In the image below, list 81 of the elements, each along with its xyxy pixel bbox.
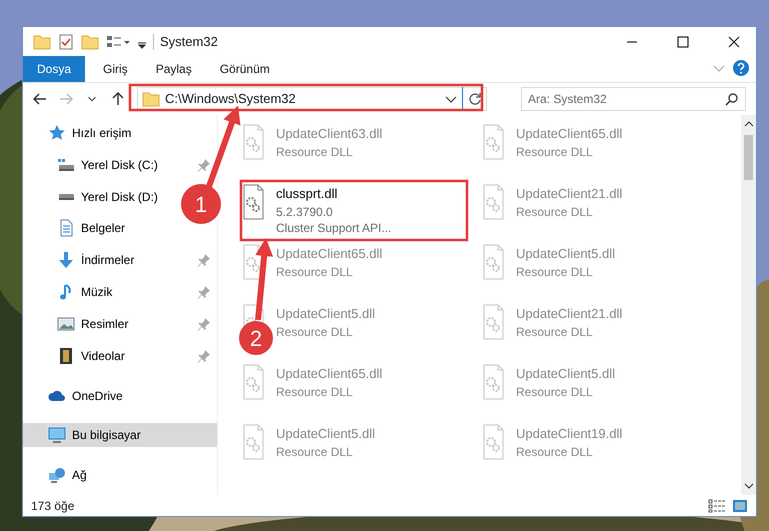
- image-icon: [57, 314, 75, 333]
- step-number: 1: [181, 184, 221, 224]
- file-detail: Resource DLL: [516, 144, 594, 160]
- nav-item[interactable]: OneDrive: [23, 384, 217, 408]
- large-icons-view-icon[interactable]: [732, 498, 748, 512]
- file-name: UpdateClient19.dll: [516, 425, 622, 443]
- nav-item[interactable]: Müzik: [23, 280, 217, 304]
- file-detail: Resource DLL: [516, 204, 594, 220]
- network-icon: [48, 466, 66, 484]
- file-detail: Resource DLL: [276, 324, 354, 340]
- nav-item[interactable]: Belgeler: [23, 216, 130, 240]
- up-arrow-icon: [110, 90, 126, 108]
- file-detail: Cluster Support API...: [276, 220, 392, 236]
- ribbon-tab[interactable]: Görünüm: [206, 56, 284, 82]
- window-title: System32: [160, 32, 218, 51]
- search-icon: [725, 92, 739, 106]
- file-name: UpdateClient65.dll: [276, 365, 382, 383]
- file-item[interactable]: clussprt.dll 5.2.3790.0 Cluster Support API...: [238, 180, 478, 238]
- nav-item[interactable]: Hızlı erişim: [23, 121, 217, 145]
- refresh-icon: [468, 92, 482, 106]
- scroll-up-icon: [744, 119, 754, 129]
- dll-file-icon: [482, 124, 506, 160]
- dll-file-icon: [482, 184, 506, 220]
- nav-item[interactable]: Ağ: [23, 463, 217, 488]
- file-name: UpdateClient5.dll: [516, 365, 616, 383]
- scroll-down-icon: [744, 481, 754, 491]
- file-name: UpdateClient5.dll: [276, 305, 376, 323]
- dll-file-icon: [242, 424, 266, 460]
- dll-file-icon: [242, 184, 266, 220]
- dll-file-icon: [242, 364, 266, 400]
- details-view-icon[interactable]: [708, 498, 726, 512]
- dll-file-icon: [242, 124, 266, 160]
- file-name: UpdateClient65.dll: [276, 245, 382, 263]
- folder-icon: [142, 90, 160, 108]
- item-count: 173 öğe: [31, 498, 74, 514]
- dll-file-icon: [482, 364, 506, 400]
- file-name: clussprt.dll: [276, 185, 338, 203]
- file-detail: Resource DLL: [516, 264, 594, 280]
- file-name: UpdateClient63.dll: [276, 125, 382, 143]
- search-box[interactable]: Ara: System32: [521, 87, 746, 111]
- file-name: UpdateClient21.dll: [516, 305, 622, 323]
- dll-file-icon: [482, 304, 506, 340]
- address-bar[interactable]: C:\Windows\System32: [137, 87, 487, 111]
- file-detail: 5.2.3790.0: [276, 204, 334, 220]
- step-number: 2: [239, 321, 273, 355]
- folder-icon: [33, 32, 51, 50]
- file-detail: Resource DLL: [276, 444, 354, 460]
- file-detail: Resource DLL: [276, 384, 354, 400]
- file-detail: Resource DLL: [516, 384, 594, 400]
- scrollbar[interactable]: [741, 115, 756, 495]
- file-name: UpdateClient5.dll: [516, 245, 616, 263]
- close-icon: [726, 34, 742, 50]
- file-name: UpdateClient65.dll: [516, 125, 622, 143]
- checklist-icon[interactable]: [57, 32, 75, 50]
- monitor-icon: [48, 426, 66, 444]
- nav-item[interactable]: Bu bilgisayar: [23, 423, 217, 448]
- file-detail: Resource DLL: [516, 444, 594, 460]
- nav-item[interactable]: Yerel Disk (D:): [23, 184, 162, 209]
- quick-access-star-icon: [48, 124, 66, 142]
- drive-icon: [59, 192, 74, 201]
- nav-item[interactable]: Videolar: [23, 344, 217, 368]
- down-arrow-icon: [57, 251, 75, 270]
- minimize-icon: [626, 40, 636, 42]
- maximize-icon: [674, 34, 690, 50]
- file-name: UpdateClient5.dll: [276, 425, 376, 443]
- nav-item[interactable]: İndirmeler: [23, 248, 217, 272]
- ribbon-tab[interactable]: Dosya: [23, 56, 86, 82]
- ribbon-tab[interactable]: Giriş: [89, 56, 142, 82]
- file-detail: Resource DLL: [276, 144, 354, 160]
- dll-file-icon: [482, 424, 506, 460]
- scroll-thumb[interactable]: [744, 135, 753, 180]
- nav-item[interactable]: Yerel Disk (C:): [23, 152, 217, 177]
- help-icon: [732, 59, 750, 77]
- caret-icon: [88, 96, 96, 102]
- dll-file-icon: [482, 244, 506, 280]
- file-detail: Resource DLL: [276, 264, 354, 280]
- file-name: UpdateClient21.dll: [516, 185, 622, 203]
- file-detail: Resource DLL: [516, 324, 594, 340]
- nav-item[interactable]: Resimler: [23, 312, 217, 336]
- ribbon-tab[interactable]: Paylaş: [142, 56, 206, 82]
- film-strip-icon: [57, 346, 75, 365]
